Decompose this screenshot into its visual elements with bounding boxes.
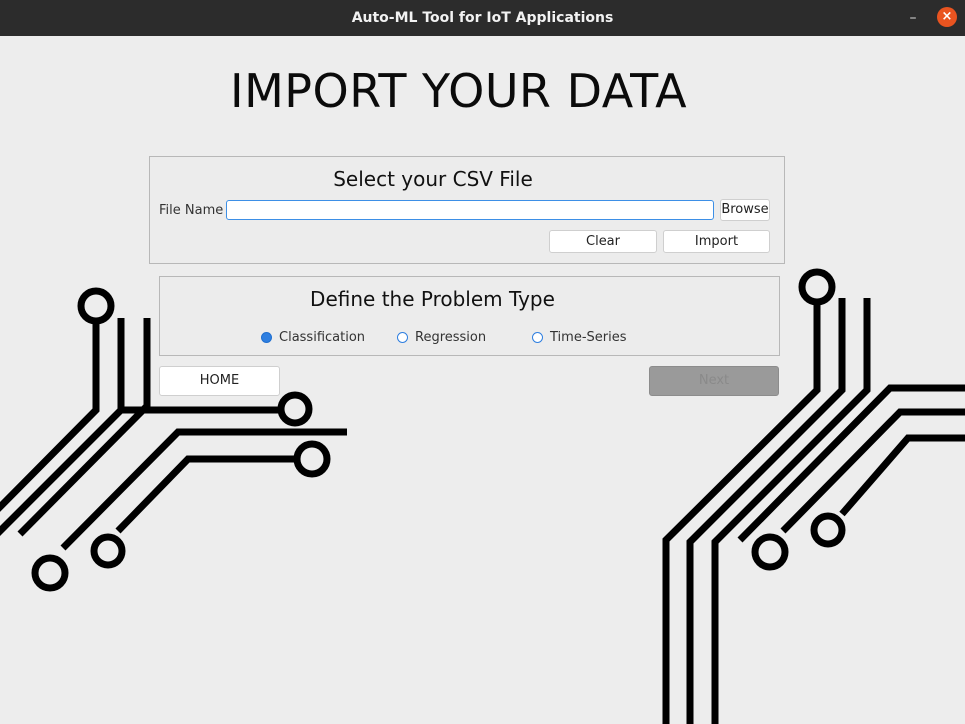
radio-classification[interactable]: Classification	[261, 330, 365, 345]
radio-label: Classification	[279, 330, 366, 345]
problem-group-title: Define the Problem Type	[310, 287, 555, 311]
radio-label: Regression	[415, 330, 487, 345]
radio-unselected-icon	[397, 332, 408, 343]
radio-selected-icon	[261, 332, 272, 343]
home-button[interactable]: HOME	[159, 366, 280, 396]
file-name-input[interactable]	[226, 200, 714, 220]
minimize-icon[interactable]: –	[904, 8, 922, 28]
radio-time-series[interactable]: Time-Series	[532, 330, 626, 345]
csv-group-title: Select your CSV File	[333, 167, 533, 191]
title-bar: Auto-ML Tool for IoT Applications – ×	[0, 0, 965, 36]
page-title: IMPORT YOUR DATA	[230, 64, 688, 118]
window-title: Auto-ML Tool for IoT Applications	[351, 10, 614, 26]
clear-button[interactable]: Clear	[549, 230, 657, 253]
browse-button[interactable]: Browse	[720, 199, 770, 221]
main-window: IMPORT YOUR DATA Select your CSV File Fi…	[0, 36, 965, 724]
radio-label: Time-Series	[550, 330, 627, 345]
file-name-label: File Name	[159, 203, 224, 218]
import-button[interactable]: Import	[663, 230, 770, 253]
radio-regression[interactable]: Regression	[397, 330, 486, 345]
close-icon[interactable]: ×	[937, 7, 957, 27]
problem-type-group: Define the Problem Type Classification R…	[159, 276, 780, 356]
radio-unselected-icon	[532, 332, 543, 343]
next-button[interactable]: Next	[649, 366, 779, 396]
circuit-decoration	[0, 268, 965, 724]
csv-file-group: Select your CSV File File Name Browse Cl…	[149, 156, 785, 264]
